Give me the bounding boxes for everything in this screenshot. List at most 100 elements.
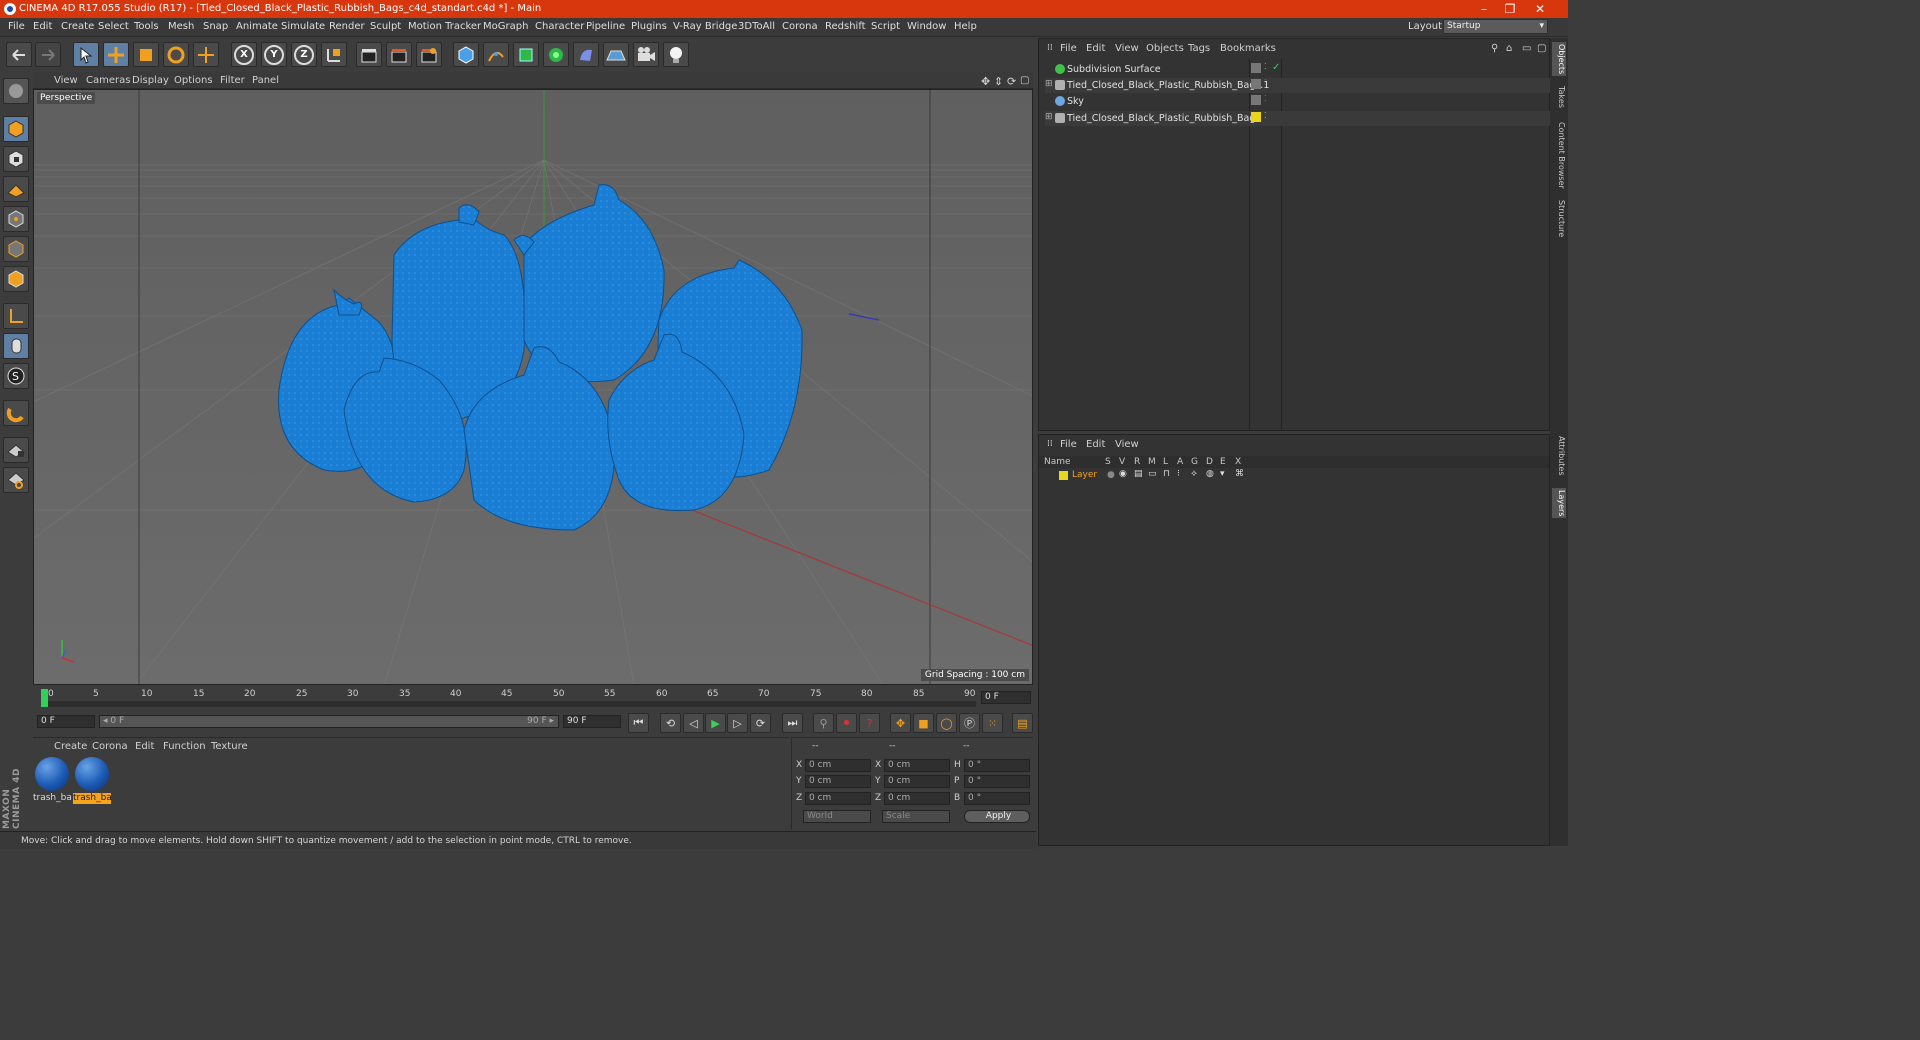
menu-motion-tracker[interactable]: Motion Tracker [408, 21, 481, 32]
menu-select[interactable]: Select [98, 21, 129, 32]
current-frame-marker[interactable] [41, 689, 48, 707]
points-mode-button[interactable] [3, 206, 29, 232]
undo-button[interactable] [6, 42, 32, 67]
cloner-button[interactable] [543, 42, 569, 67]
object-menu-edit[interactable]: Edit [1086, 43, 1105, 54]
subdivision-surface-button[interactable] [513, 42, 539, 67]
object-row-bags-1[interactable]: ⊞ Tied_Closed_Black_Plastic_Rubbish_Bags… [1045, 78, 1550, 93]
y-axis-lock-button[interactable]: Y [261, 42, 287, 67]
next-key-button[interactable]: ⟳ [750, 713, 771, 733]
record-keys-button[interactable]: ⚲ [813, 713, 834, 733]
menu-create[interactable]: Create [61, 21, 94, 32]
live-selection-button[interactable] [73, 42, 99, 67]
viewport-rotate-icon[interactable]: ⟳ [1007, 75, 1016, 88]
deformer-icon[interactable]: ◍ [1206, 469, 1214, 479]
column-deformers[interactable]: D [1206, 457, 1213, 467]
magnet-button[interactable] [3, 400, 29, 426]
object-row-bags[interactable]: ⊞ Tied_Closed_Black_Plastic_Rubbish_Bags… [1045, 111, 1550, 126]
viewport-camera-label[interactable]: Perspective [37, 92, 96, 104]
size-y-field[interactable]: 0 cm [884, 775, 950, 788]
tab-structure[interactable]: Structure [1552, 200, 1566, 237]
animation-icon[interactable]: ⁝ [1177, 469, 1180, 479]
menu-pipeline[interactable]: Pipeline [586, 21, 625, 32]
x-axis-lock-button[interactable]: X [231, 42, 257, 67]
rotation-b-field[interactable]: 0 ° [964, 792, 1030, 805]
light-button[interactable] [663, 42, 689, 67]
locked-workplane-button[interactable] [3, 437, 29, 463]
end-frame-field[interactable]: 90 F [563, 715, 621, 728]
minimize-button[interactable]: – [1470, 1, 1498, 17]
viewport-maximize-icon[interactable]: ▢ [1020, 75, 1029, 86]
generator-icon[interactable]: ⟡ [1191, 469, 1197, 479]
visibility-dots-icon[interactable]: ⁚ [1264, 78, 1267, 87]
menu-script[interactable]: Script [871, 21, 900, 32]
menu-help[interactable]: Help [954, 21, 977, 32]
menu-character[interactable]: Character [535, 21, 584, 32]
home-icon[interactable]: ⌂ [1506, 43, 1512, 54]
layer-tag-icon[interactable] [1251, 79, 1261, 89]
material-menu-create[interactable]: Create [54, 741, 87, 752]
viewport-menu-view[interactable]: View [54, 75, 78, 86]
size-x-field[interactable]: 0 cm [884, 759, 950, 772]
coordinate-mode-select[interactable]: World [803, 810, 871, 823]
expand-plus-icon[interactable]: ⊞ [1045, 112, 1053, 122]
key-rotation-button[interactable]: ◯ [936, 713, 957, 733]
panel-menu-icon[interactable]: ▭ [1522, 43, 1531, 54]
autokey-button[interactable]: ⏺ [836, 713, 857, 733]
object-menu-view[interactable]: View [1115, 43, 1139, 54]
menu-snap[interactable]: Snap [203, 21, 228, 32]
polygons-mode-button[interactable] [3, 266, 29, 292]
z-axis-lock-button[interactable]: Z [291, 42, 317, 67]
pen-spline-button[interactable] [483, 42, 509, 67]
expression-icon[interactable]: ▾ [1220, 469, 1225, 479]
render-settings-button[interactable] [416, 42, 442, 67]
lock-icon[interactable]: ⊓ [1163, 469, 1170, 479]
column-name[interactable]: Name [1044, 457, 1071, 467]
model-mode-button[interactable] [3, 116, 29, 142]
column-expressions[interactable]: E [1220, 457, 1226, 467]
panel-options-icon[interactable]: ▢ [1537, 43, 1546, 54]
material-menu-texture[interactable]: Texture [211, 741, 248, 752]
start-frame-field[interactable]: 0 F [37, 715, 95, 728]
viewport-zoom-icon[interactable]: ⇕ [994, 75, 1003, 88]
planar-workplane-button[interactable] [3, 467, 29, 493]
snap-button[interactable]: S [3, 363, 29, 389]
texture-mode-button[interactable] [3, 146, 29, 172]
column-locked[interactable]: L [1163, 457, 1168, 467]
layer-menu-file[interactable]: File [1060, 439, 1077, 450]
menu-corona[interactable]: Corona [782, 21, 818, 32]
timeline-window-button[interactable]: ▤ [1012, 713, 1033, 733]
column-animation[interactable]: A [1177, 457, 1183, 467]
manager-icon[interactable]: ▭ [1148, 469, 1157, 479]
viewport-menu-panel[interactable]: Panel [252, 75, 279, 86]
column-manager[interactable]: M [1148, 457, 1156, 467]
go-to-end-button[interactable]: ⏭ [782, 713, 803, 733]
menu-file[interactable]: File [8, 21, 25, 32]
menu-plugins[interactable]: Plugins [631, 21, 667, 32]
column-xref[interactable]: X [1235, 457, 1241, 467]
tab-takes[interactable]: Takes [1552, 86, 1566, 108]
viewport-menu-filter[interactable]: Filter [220, 75, 245, 86]
visibility-dots-icon[interactable]: ⁚ [1264, 62, 1267, 71]
position-x-field[interactable]: 0 cm [805, 759, 871, 772]
layout-select[interactable]: Startup ▾ [1443, 19, 1548, 34]
menu-simulate[interactable]: Simulate [281, 21, 325, 32]
visibility-dots-icon[interactable]: ⁚ [1264, 111, 1267, 120]
workplane-mode-button[interactable] [3, 176, 29, 202]
previous-key-button[interactable]: ⟲ [660, 713, 681, 733]
object-row-sky[interactable]: Sky ⁚ [1045, 94, 1550, 109]
edges-mode-button[interactable] [3, 236, 29, 262]
layer-tag-icon[interactable] [1251, 63, 1261, 73]
position-z-field[interactable]: 0 cm [805, 792, 871, 805]
tab-layers[interactable]: Layers [1552, 488, 1566, 519]
solo-dot-icon[interactable]: ● [1107, 470, 1115, 480]
expand-plus-icon[interactable]: ⊞ [1045, 79, 1053, 89]
key-parameter-button[interactable]: Ⓟ [959, 713, 980, 733]
object-menu-tags[interactable]: Tags [1188, 43, 1210, 54]
play-button[interactable]: ▶ [705, 713, 726, 733]
key-pla-button[interactable]: ⁙ [982, 713, 1003, 733]
scale-tool-button[interactable] [133, 42, 159, 67]
material-menu-corona[interactable]: Corona [92, 741, 128, 752]
menu-mograph[interactable]: MoGraph [483, 21, 528, 32]
render-view-button[interactable] [356, 42, 382, 67]
